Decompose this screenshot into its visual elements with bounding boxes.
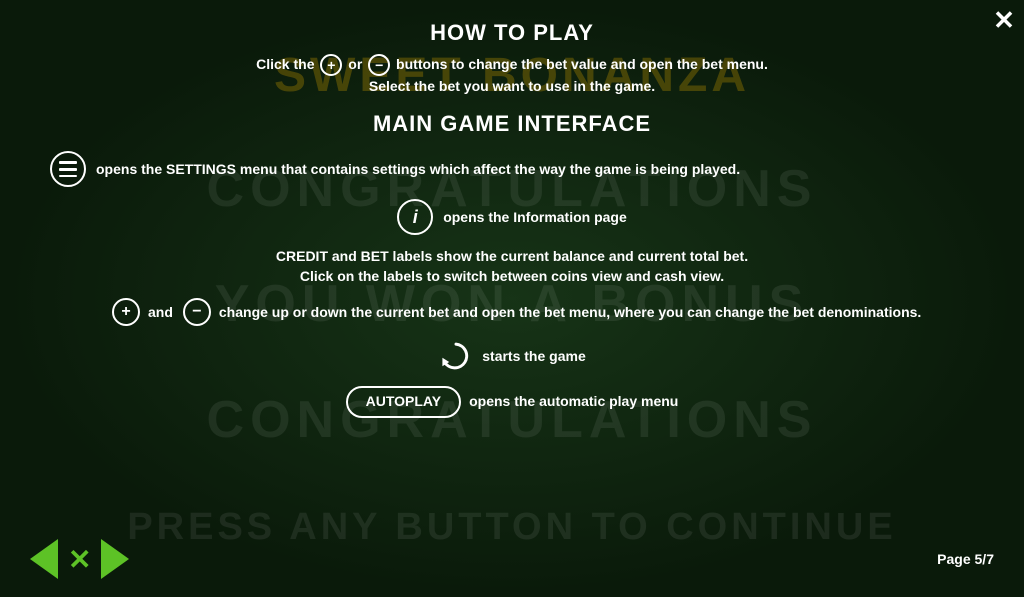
- settings-item: opens the SETTINGS menu that contains se…: [50, 151, 974, 187]
- nav-x-button[interactable]: ✕: [62, 543, 97, 576]
- settings-desc: opens the SETTINGS menu that contains se…: [96, 160, 740, 180]
- how-to-play-section: HOW TO PLAY Click the + or − buttons to …: [20, 10, 1004, 97]
- main-game-section: MAIN GAME INTERFACE opens the SETTINGS m…: [20, 111, 1004, 587]
- nav-arrows: ✕: [30, 539, 129, 579]
- prev-arrow-icon: [30, 539, 58, 579]
- how-to-play-title: HOW TO PLAY: [80, 20, 944, 46]
- how-to-play-line1: Click the + or − buttons to change the b…: [80, 54, 944, 76]
- hamburger-line-2: [59, 168, 77, 171]
- credit-bet-item: CREDIT and BET labels show the current b…: [50, 247, 974, 286]
- hamburger-line-1: [59, 161, 77, 164]
- and-text: and: [148, 303, 173, 323]
- autoplay-desc: opens the automatic play menu: [469, 392, 678, 412]
- hamburger-icon: [50, 151, 86, 187]
- modal-container: HOW TO PLAY Click the + or − buttons to …: [20, 10, 1004, 587]
- next-arrow-icon: [101, 539, 129, 579]
- plus-minus-item: + and − change up or down the current be…: [50, 298, 974, 326]
- main-game-title: MAIN GAME INTERFACE: [50, 111, 974, 137]
- page-indicator: Page 5/7: [937, 551, 994, 567]
- close-button[interactable]: ✕: [984, 0, 1024, 40]
- prev-button[interactable]: [30, 539, 58, 579]
- minus-circle-icon: −: [183, 298, 211, 326]
- spin-item: starts the game: [50, 338, 974, 374]
- autoplay-button[interactable]: AUTOPLAY: [346, 386, 461, 418]
- hamburger-line-3: [59, 175, 77, 178]
- line1-suffix: buttons to change the bet value and open…: [396, 56, 768, 72]
- spin-desc: starts the game: [482, 347, 585, 367]
- autoplay-item: AUTOPLAY opens the automatic play menu: [50, 386, 974, 418]
- line1-prefix: Click the: [256, 56, 314, 72]
- info-desc: opens the Information page: [443, 208, 627, 228]
- line1-or: or: [348, 56, 366, 72]
- how-to-play-line2: Select the bet you want to use in the ga…: [80, 76, 944, 97]
- info-item: i opens the Information page: [50, 199, 974, 235]
- plus-minus-desc: change up or down the current bet and op…: [219, 303, 921, 323]
- plus-circle-icon: +: [112, 298, 140, 326]
- plus-icon-inline: +: [320, 54, 342, 76]
- info-icon: i: [397, 199, 433, 235]
- next-button[interactable]: [101, 539, 129, 579]
- bottom-navigation: ✕ Page 5/7: [20, 531, 1004, 587]
- minus-icon-inline: −: [368, 54, 390, 76]
- credit-bet-desc: CREDIT and BET labels show the current b…: [276, 248, 748, 284]
- spin-icon: [438, 338, 474, 374]
